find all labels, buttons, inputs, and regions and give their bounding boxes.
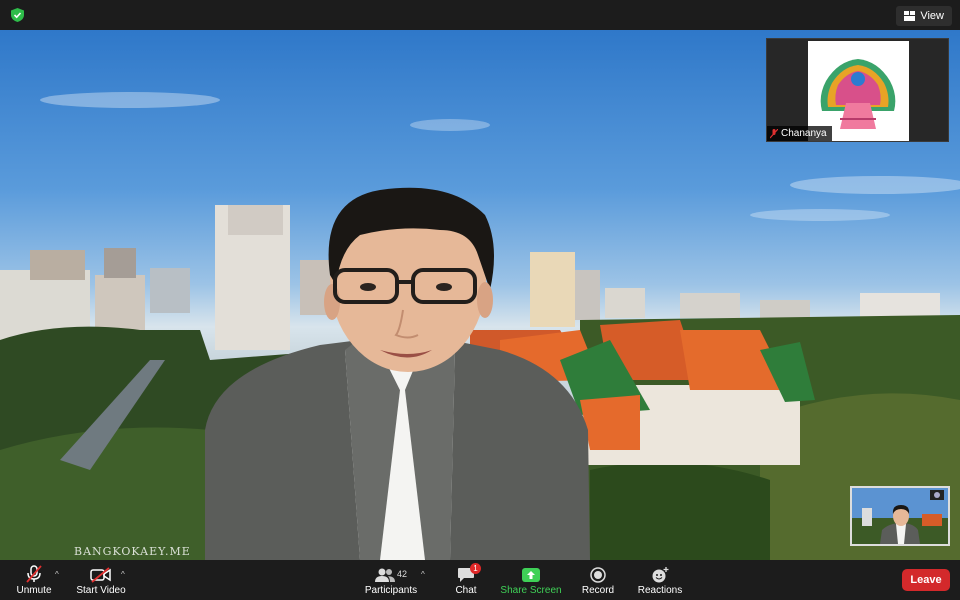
meeting-toolbar: Unmute ^ Start Video ^ 42 Participants ^… [0,560,960,600]
smiley-plus-icon [652,567,669,583]
leave-button[interactable]: Leave [902,569,950,591]
participant-name: Chananya [781,128,827,139]
participants-count: 42 [396,569,407,579]
self-view-thumbnail[interactable] [850,486,950,546]
mic-muted-icon [770,128,778,138]
share-screen-label: Share Screen [500,585,562,596]
view-button[interactable]: View [896,6,952,26]
start-video-label: Start Video [76,585,126,596]
grid-icon [904,11,916,21]
share-screen-icon [522,568,540,582]
video-off-icon [90,567,111,583]
unmute-label: Unmute [16,585,52,596]
participants-options-caret-icon[interactable]: ^ [421,570,425,579]
reactions-button[interactable]: Reactions [637,563,683,599]
unmute-button[interactable]: Unmute [16,563,52,599]
record-icon [590,567,606,583]
view-label: View [920,10,944,22]
participants-button[interactable]: 42 Participants [365,563,417,599]
top-bar: View [0,0,960,30]
shield-check-icon[interactable] [11,8,24,22]
audio-options-caret-icon[interactable]: ^ [55,570,59,579]
participant-name-tag: Chananya [767,126,832,141]
participants-label: Participants [364,585,418,596]
chat-button[interactable]: 1 Chat [451,563,481,599]
self-view-video [852,488,948,544]
participant-thumbnail[interactable]: Chananya [766,38,949,142]
participants-icon [374,568,395,582]
record-button[interactable]: Record [580,563,616,599]
record-label: Record [581,585,615,596]
watermark-text: BANGKOKAEY.ME [74,545,191,558]
video-options-caret-icon[interactable]: ^ [121,570,125,579]
mic-muted-icon [26,565,42,583]
reactions-label: Reactions [637,585,683,596]
chat-label: Chat [455,585,477,596]
share-screen-button[interactable]: Share Screen [500,563,562,599]
start-video-button[interactable]: Start Video [76,563,126,599]
chat-unread-badge: 1 [470,563,481,574]
zoom-meeting-window: View BANGKOKAEY.ME Chananya Unmute ^ Sta… [0,0,960,600]
